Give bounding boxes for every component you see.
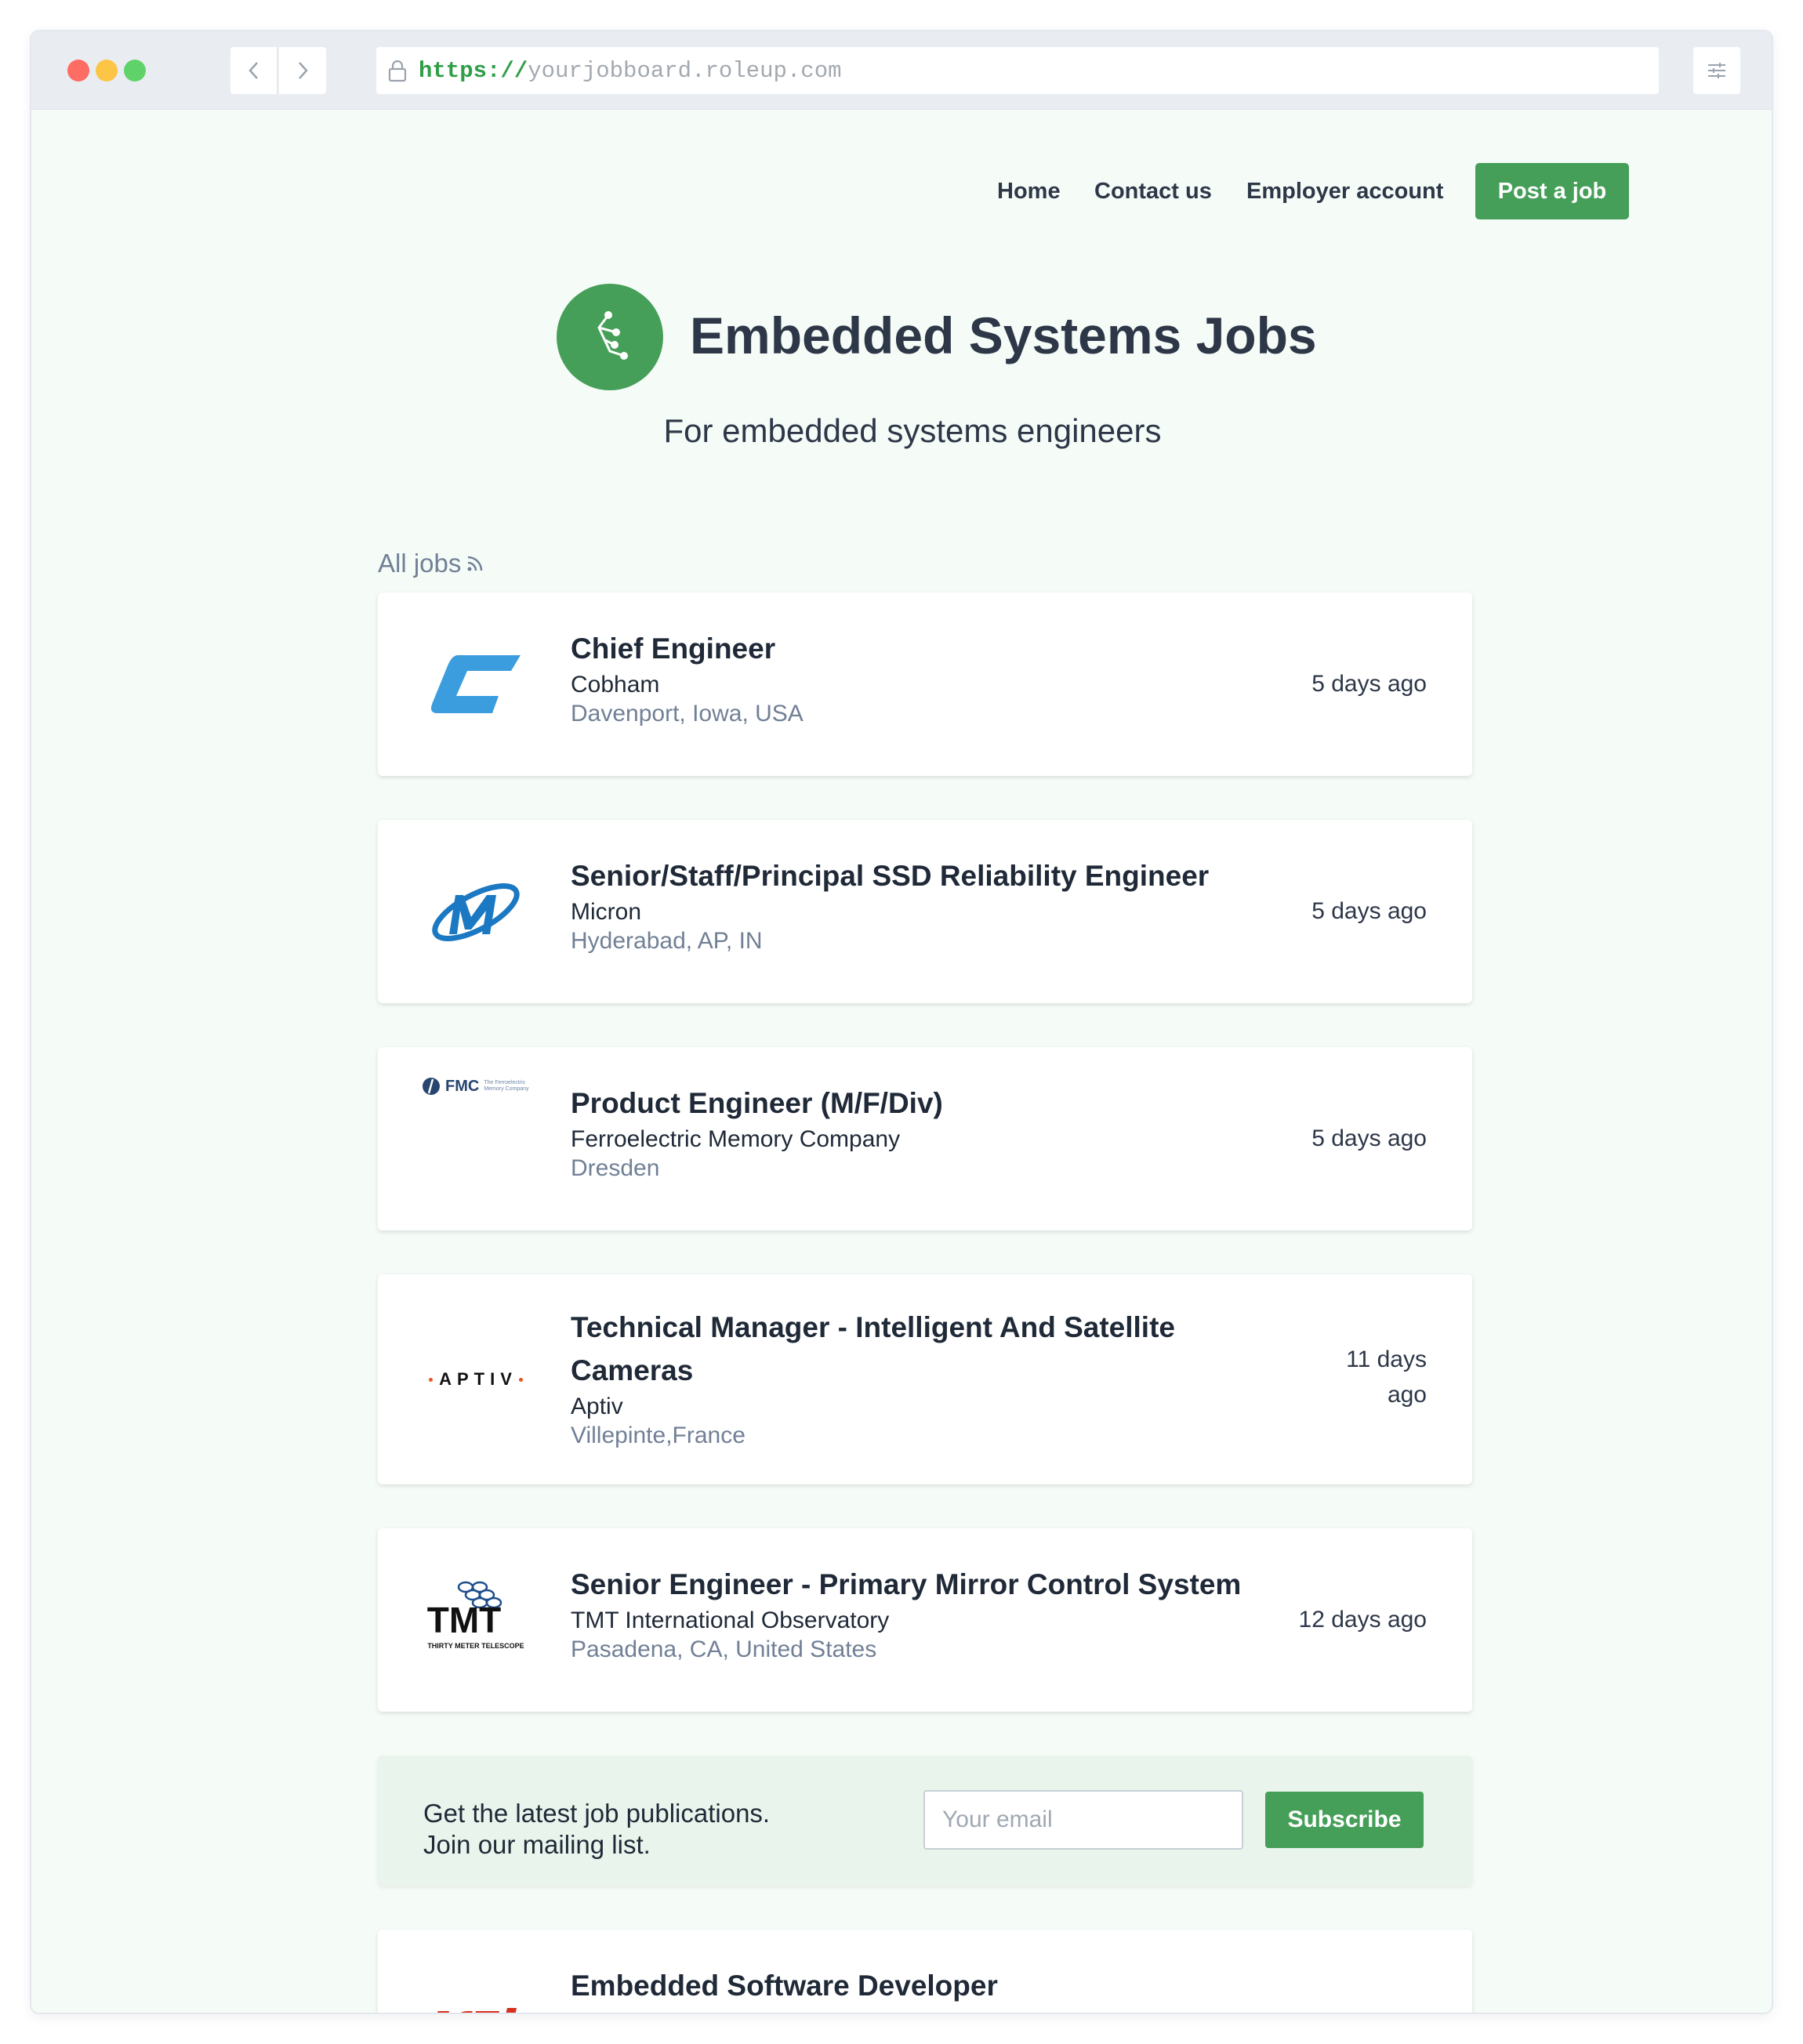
- job-info: Chief Engineer Cobham Davenport, Iowa, U…: [571, 627, 804, 728]
- job-card[interactable]: APTIV Technical Manager - Intelligent An…: [378, 1274, 1472, 1484]
- fmc-circle-icon: [423, 1078, 440, 1095]
- fmc-logo: FMC The Ferroelectric Memory Company: [422, 1077, 534, 1096]
- email-input[interactable]: [923, 1790, 1243, 1850]
- job-company: Micron: [571, 899, 642, 925]
- company-logo: APTIV: [417, 1332, 535, 1426]
- site-nav: Home Contact us Employer account Post a …: [31, 163, 1772, 219]
- job-company: Ferroelectric Memory Company: [571, 1126, 901, 1152]
- job-title[interactable]: Chief Engineer: [571, 627, 804, 670]
- circuit-logo-icon: [597, 311, 628, 360]
- job-info: Product Engineer (M/F/Div) Ferroelectric…: [571, 1082, 943, 1183]
- job-location: Davenport, Iowa, USA: [571, 701, 804, 727]
- site-tagline: For embedded systems engineers: [663, 412, 1162, 449]
- sliders-icon: [1708, 63, 1725, 78]
- signup-line-1: Get the latest job publications.: [423, 1799, 771, 1828]
- site-title: Embedded Systems Jobs: [690, 306, 1317, 364]
- job-info: Embedded Software Developer: [571, 1964, 998, 2007]
- posted-time: 5 days ago: [1311, 898, 1427, 924]
- browser-toolbar: https:// yourjobboard.roleup.com: [31, 31, 1772, 110]
- red-company-logo: [437, 2008, 517, 2013]
- browser-window: https:// yourjobboard.roleup.com Home Co…: [30, 30, 1773, 2014]
- job-card[interactable]: Chief Engineer Cobham Davenport, Iowa, U…: [378, 593, 1472, 776]
- site-logo[interactable]: [557, 284, 663, 390]
- address-bar[interactable]: https:// yourjobboard.roleup.com: [376, 47, 1659, 94]
- url-scheme: https://: [419, 57, 528, 84]
- company-logo: [417, 636, 535, 730]
- posted-time: 12 days ago: [1298, 1607, 1427, 1633]
- forward-button[interactable]: [279, 47, 326, 94]
- job-card[interactable]: Embedded Software Developer: [378, 1930, 1472, 2013]
- micron-logo: [432, 883, 520, 941]
- job-location: Villepinte,France: [571, 1422, 746, 1448]
- job-card[interactable]: Senior/Staff/Principal SSD Reliability E…: [378, 820, 1472, 1003]
- job-card[interactable]: TMT THIRTY METER TELESCOPE Senior Engine…: [378, 1528, 1472, 1712]
- job-location: Dresden: [571, 1155, 660, 1181]
- chevron-right-icon: [299, 62, 308, 79]
- aptiv-dot-right: [518, 1377, 523, 1382]
- nav-employer-link[interactable]: Employer account: [1246, 179, 1443, 205]
- tmt-logo-subtext: THIRTY METER TELESCOPE: [427, 1642, 524, 1650]
- job-title[interactable]: Senior Engineer - Primary Mirror Control…: [571, 1563, 1241, 1606]
- job-company: TMT International Observatory: [571, 1607, 890, 1633]
- rss-feed-icon: [467, 556, 483, 571]
- nav-contact-link[interactable]: Contact us: [1094, 179, 1212, 205]
- fmc-logo-text: FMC: [445, 1077, 480, 1095]
- posted-time: 11 days ago: [1346, 1346, 1427, 1408]
- cobham-logo: [431, 655, 521, 713]
- job-card[interactable]: FMC The Ferroelectric Memory Company Pro…: [378, 1047, 1472, 1230]
- job-title[interactable]: Technical Manager - Intelligent And Sate…: [571, 1306, 1245, 1392]
- company-logo: [417, 864, 535, 958]
- tmt-logo: TMT THIRTY METER TELESCOPE: [427, 1579, 524, 1650]
- aptiv-logo-text: APTIV: [439, 1369, 517, 1389]
- job-company: Aptiv: [571, 1393, 623, 1419]
- job-title[interactable]: Product Engineer (M/F/Div): [571, 1082, 943, 1125]
- maximize-window-dot[interactable]: [124, 60, 146, 82]
- lock-icon: [387, 59, 408, 82]
- company-logo: TMT THIRTY METER TELESCOPE: [417, 1567, 535, 1662]
- job-location: Hyderabad, AP, IN: [571, 928, 763, 954]
- all-jobs-label: All jobs: [378, 549, 462, 578]
- nav-home-link[interactable]: Home: [997, 179, 1061, 205]
- browser-menu-button[interactable]: [1693, 47, 1740, 94]
- subscribe-button[interactable]: Subscribe: [1265, 1792, 1424, 1848]
- mailing-list-signup: Get the latest job publications. Join ou…: [378, 1756, 1472, 1886]
- posted-time: 5 days ago: [1311, 1125, 1427, 1151]
- company-logo: [417, 1977, 535, 2013]
- job-info: Senior Engineer - Primary Mirror Control…: [571, 1563, 1241, 1664]
- job-location: Pasadena, CA, United States: [571, 1636, 877, 1662]
- aptiv-dot-left: [429, 1377, 434, 1382]
- job-info: Senior/Staff/Principal SSD Reliability E…: [571, 854, 1209, 955]
- job-title[interactable]: Embedded Software Developer: [571, 1964, 998, 2007]
- fmc-logo-subtext: The Ferroelectric Memory Company: [484, 1080, 529, 1092]
- back-button[interactable]: [230, 47, 278, 94]
- aptiv-logo: APTIV: [429, 1369, 523, 1390]
- tmt-logo-text: TMT: [426, 1600, 502, 1640]
- all-jobs-heading[interactable]: All jobs: [378, 549, 484, 578]
- company-logo: FMC The Ferroelectric Memory Company: [422, 1063, 539, 1110]
- chevron-left-icon: [248, 62, 258, 79]
- job-company: Cobham: [571, 672, 660, 698]
- signup-line-2: Join our mailing list.: [423, 1830, 651, 1859]
- minimize-window-dot[interactable]: [96, 60, 118, 82]
- job-title[interactable]: Senior/Staff/Principal SSD Reliability E…: [571, 854, 1209, 897]
- post-job-button[interactable]: Post a job: [1475, 163, 1629, 219]
- close-window-dot[interactable]: [67, 60, 89, 82]
- signup-message: Get the latest job publications. Join ou…: [423, 1798, 770, 1861]
- url-host: yourjobboard.roleup.com: [528, 57, 842, 84]
- job-info: Technical Manager - Intelligent And Sate…: [571, 1306, 1245, 1450]
- posted-time: 5 days ago: [1311, 671, 1427, 697]
